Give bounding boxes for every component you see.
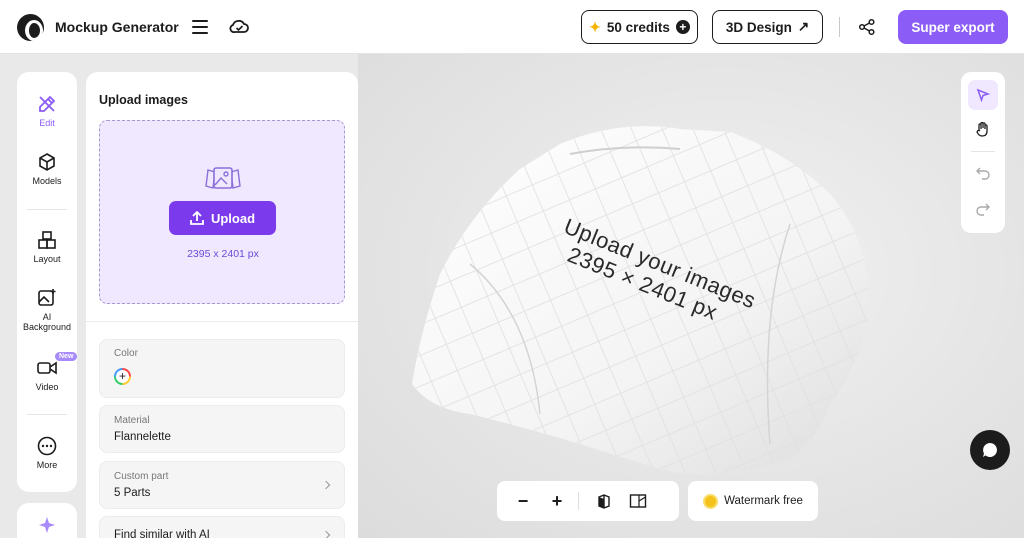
header-divider <box>839 17 840 37</box>
material-field[interactable]: Material Flannelette <box>99 405 345 453</box>
rail-divider <box>27 414 67 415</box>
ai-sparkle-icon <box>39 517 55 533</box>
zoom-out-button[interactable]: − <box>506 484 540 518</box>
view-side-button[interactable] <box>621 484 655 518</box>
sweatshirt-mockup <box>412 126 870 475</box>
view-front-button[interactable] <box>587 484 621 518</box>
coin-icon <box>703 493 719 509</box>
rail-item-more[interactable]: More <box>17 436 77 470</box>
app-title: Mockup Generator <box>55 19 179 35</box>
video-icon <box>37 361 57 375</box>
redo-button[interactable] <box>968 194 998 224</box>
sparkle-icon: ✦ <box>589 18 601 35</box>
chat-bubble-icon <box>983 443 997 457</box>
custom-part-value: 5 Parts <box>114 487 151 499</box>
watermark-label: Watermark free <box>724 495 803 507</box>
3d-design-button[interactable]: 3D Design ↗ <box>712 10 823 44</box>
upload-dropzone[interactable]: Upload 2395 x 2401 px <box>99 120 345 304</box>
rail-item-ai-background[interactable]: AI Background <box>17 288 77 332</box>
canvas-tools <box>961 72 1005 233</box>
box-3d-icon <box>598 494 610 509</box>
rail-item-layout[interactable]: Layout <box>17 230 77 264</box>
upload-label: Upload <box>210 210 256 226</box>
find-similar-label: Find similar with AI <box>114 529 210 538</box>
add-color-icon[interactable] <box>114 368 131 385</box>
super-export-button[interactable]: Super export <box>898 10 1008 44</box>
chevron-right-icon <box>321 480 331 490</box>
redo-icon <box>976 203 990 216</box>
rail-label-models: Models <box>32 176 62 186</box>
share-icon[interactable] <box>858 18 876 41</box>
upload-icon <box>190 211 204 225</box>
material-label: Material <box>114 415 150 426</box>
3d-design-label: 3D Design <box>725 19 792 35</box>
rail-label-ai: AI <box>42 312 52 322</box>
view-box-icon <box>629 494 647 508</box>
custom-part-field[interactable]: Custom part 5 Parts <box>99 461 345 509</box>
plus-icon: + <box>551 490 563 511</box>
credits-label: 50 credits <box>606 19 670 35</box>
edit-panel: Upload images Upload 2395 x 2401 px Colo… <box>86 72 358 538</box>
cursor-icon <box>976 88 990 102</box>
cube-icon <box>39 153 55 171</box>
hand-icon <box>976 121 988 137</box>
find-similar-field[interactable]: Find similar with AI <box>99 516 345 538</box>
hamburger-menu-icon[interactable] <box>192 20 208 34</box>
select-tool-button[interactable] <box>968 80 998 110</box>
chat-support-button[interactable] <box>970 430 1010 470</box>
ai-background-icon <box>38 289 56 306</box>
top-bar: Mockup Generator ✦ 50 credits + 3D Desig… <box>0 0 1024 54</box>
new-badge: New <box>55 352 78 361</box>
boxes-icon <box>38 231 56 249</box>
watermark-free-button[interactable]: Watermark free <box>688 481 818 521</box>
panel-title: Upload images <box>99 93 188 107</box>
minus-icon: − <box>517 490 529 511</box>
rail-divider <box>27 209 67 210</box>
credits-button[interactable]: ✦ 50 credits + <box>581 10 698 44</box>
panel-divider <box>86 321 358 322</box>
add-credits-icon: + <box>675 20 690 34</box>
zoom-in-button[interactable]: + <box>540 484 574 518</box>
pan-tool-button[interactable] <box>968 114 998 144</box>
upload-button[interactable]: Upload <box>169 201 276 235</box>
upload-dimensions: 2395 x 2401 px <box>187 248 259 260</box>
rail-label-video: Video <box>35 382 59 392</box>
rail-label-layout: Layout <box>33 254 61 264</box>
undo-button[interactable] <box>968 158 998 188</box>
rail-item-video[interactable]: New Video <box>17 352 78 392</box>
chevron-right-icon <box>321 530 331 538</box>
tool-rail: Edit Models Layout AI Background New Vid… <box>17 72 78 492</box>
color-field[interactable]: Color <box>99 339 345 398</box>
color-label: Color <box>114 348 138 359</box>
more-icon <box>37 436 57 456</box>
cloud-sync-icon[interactable] <box>229 17 250 40</box>
rail-item-edit[interactable]: Edit <box>17 94 77 128</box>
ai-tools-rail[interactable] <box>17 503 77 538</box>
pencil-ruler-icon <box>39 95 56 112</box>
bar-divider <box>578 492 579 510</box>
rail-label-background: Background <box>22 322 72 332</box>
rail-item-models[interactable]: Models <box>17 152 77 186</box>
rail-label-edit: Edit <box>39 118 55 128</box>
undo-icon <box>976 167 990 180</box>
rail-label-more: More <box>36 460 58 470</box>
app-logo[interactable] <box>17 14 44 41</box>
zoom-view-bar: − + <box>497 481 679 521</box>
material-value: Flannelette <box>114 431 171 443</box>
custom-part-label: Custom part <box>114 471 169 482</box>
mockup-canvas[interactable]: Upload your images 2395 × 2401 px <box>358 54 1024 538</box>
tools-divider <box>971 151 995 152</box>
arrow-up-right-icon: ↗ <box>797 19 810 34</box>
gallery-icon <box>205 167 241 189</box>
